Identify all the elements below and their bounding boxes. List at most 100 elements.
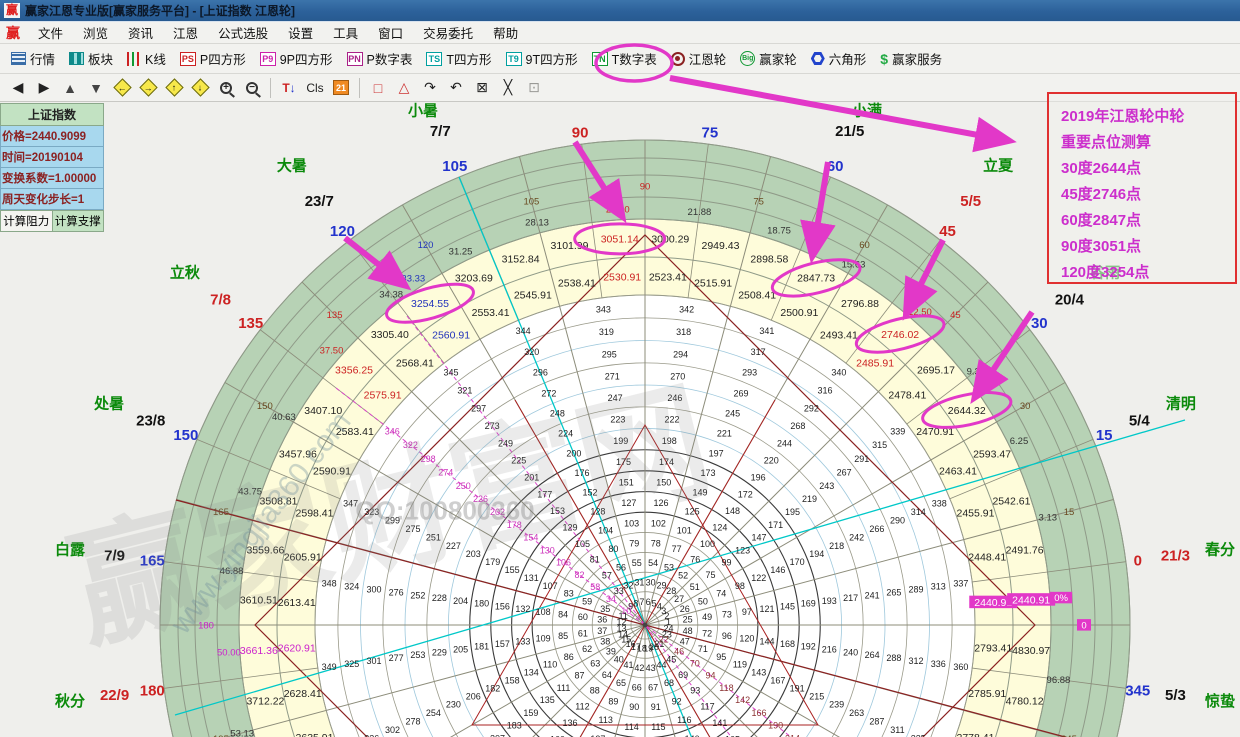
spiral-number: 99 — [721, 558, 731, 568]
solar-date-label: 5/3 — [1165, 687, 1186, 704]
outer-price-label: 2746.02 — [881, 329, 919, 341]
percent-label: 31.25 — [449, 246, 473, 257]
degree-ring-label: 30 — [1020, 401, 1031, 412]
menu-item-0[interactable]: 文件 — [28, 21, 73, 44]
hexagon-button[interactable]: 六角形 — [804, 46, 874, 71]
triangle-shape-icon[interactable]: △ — [392, 77, 416, 99]
spiral-number: 117 — [700, 702, 714, 712]
spiral-number: 180 — [474, 599, 489, 609]
price-axis-icon[interactable]: T↓ — [277, 77, 301, 99]
calendar-icon[interactable]: 21 — [329, 77, 353, 99]
service-button[interactable]: $赢家服务 — [873, 46, 949, 71]
spiral-number: 159 — [523, 708, 538, 718]
spiral-number: 319 — [599, 327, 614, 337]
spiral-number: 336 — [931, 659, 946, 669]
price-value: 价格=2440.9099 — [0, 126, 104, 147]
spiral-number: 55 — [632, 558, 642, 568]
spiral-number: 72 — [702, 628, 712, 638]
winner-wheel-button[interactable]: Big赢家轮 — [733, 46, 804, 71]
zoom-in-icon[interactable]: + — [214, 77, 238, 99]
pan-right-icon[interactable]: → — [136, 77, 160, 99]
pan-down-icon[interactable]: ↓ — [188, 77, 212, 99]
degree-ring-label: 0 — [1081, 620, 1086, 631]
9t-square-button[interactable]: T99T四方形 — [499, 46, 585, 71]
spiral-number: 252 — [410, 590, 425, 600]
menu-item-7[interactable]: 窗口 — [368, 21, 413, 44]
9p-square-button[interactable]: P99P四方形 — [253, 46, 340, 71]
annotation-line: 90度3051点 — [1061, 234, 1235, 260]
solar-term-label: 大暑 — [277, 156, 307, 174]
degree-ring-label: 120 — [418, 240, 434, 251]
rotate-up-icon[interactable]: ▲ — [58, 77, 82, 99]
calc-resistance-button[interactable]: 计算阻力 — [0, 210, 52, 232]
gann-wheel-button[interactable]: 江恩轮 — [664, 46, 734, 71]
solar-date-label: 7/7 — [430, 123, 451, 140]
hexagon-icon — [811, 52, 825, 65]
degree-outer-label: 0 — [1134, 553, 1142, 570]
spiral-number: 82 — [574, 570, 584, 580]
calc-support-button[interactable]: 计算支撑 — [52, 210, 105, 232]
spiral-number: 54 — [648, 558, 658, 568]
spiral-number: 30 — [646, 578, 656, 588]
rotate-ccw-icon[interactable]: ↶ — [444, 77, 468, 99]
outer-price-label: 3254.55 — [411, 298, 449, 310]
p-square-button-label: P四方形 — [200, 49, 246, 68]
spiral-number: 294 — [673, 349, 688, 359]
menu-item-5[interactable]: 设置 — [278, 21, 323, 44]
spiral-number: 345 — [444, 368, 459, 378]
fit-box-icon[interactable]: ⊠ — [470, 77, 494, 99]
menu-item-2[interactable]: 资讯 — [118, 21, 163, 44]
pan-left-icon[interactable]: ← — [110, 77, 134, 99]
inner-price-label: 2500.91 — [780, 307, 818, 319]
menu-item-9[interactable]: 帮助 — [483, 21, 528, 44]
menu-item-6[interactable]: 工具 — [323, 21, 368, 44]
spiral-number: 239 — [829, 700, 844, 710]
percent-label: 53.13 — [230, 728, 254, 737]
spiral-number: 219 — [802, 494, 817, 504]
spiral-number: 80 — [608, 544, 618, 554]
scatter-icon[interactable]: ╳ — [496, 77, 520, 99]
spiral-number: 97 — [742, 607, 752, 617]
rotate-down-icon[interactable]: ▼ — [84, 77, 108, 99]
solar-term-label: 小暑 — [408, 102, 438, 119]
rotate-cw-icon[interactable]: ↷ — [418, 77, 442, 99]
spiral-number: 215 — [809, 691, 824, 701]
spiral-number: 326 — [364, 733, 379, 737]
t-table-button[interactable]: TNT数字表 — [585, 46, 664, 71]
t-square-button[interactable]: TST四方形 — [419, 46, 498, 71]
next-icon[interactable]: ▶ — [32, 77, 56, 99]
quotes-button[interactable]: 行情 — [4, 46, 62, 71]
inner-price-label: 2448.41 — [968, 552, 1006, 564]
spiral-number: 6 — [646, 597, 651, 607]
menu-item-1[interactable]: 浏览 — [73, 21, 118, 44]
spiral-number: 61 — [578, 628, 588, 638]
t9-badge-icon: T9 — [506, 52, 522, 66]
prev-icon[interactable]: ◀ — [6, 77, 30, 99]
spiral-number: 254 — [426, 708, 441, 718]
p-table-button[interactable]: PNP数字表 — [340, 46, 420, 71]
spiral-number: 24 — [663, 623, 673, 633]
p-square-button[interactable]: PSP四方形 — [173, 46, 253, 71]
sectors-button[interactable]: 板块 — [62, 46, 120, 71]
degree-outer-label: 30 — [1031, 315, 1048, 332]
pan-up-icon[interactable]: ↑ — [162, 77, 186, 99]
menu-item-3[interactable]: 江恩 — [163, 21, 208, 44]
spiral-number: 53 — [664, 562, 674, 572]
gann-target-icon — [671, 52, 685, 66]
zoom-out-icon[interactable]: − — [240, 77, 264, 99]
spiral-number: 142 — [735, 695, 750, 705]
cls-button[interactable]: Cls — [303, 77, 327, 99]
spiral-number: 71 — [698, 644, 708, 654]
projector-icon[interactable]: ⊡ — [522, 77, 546, 99]
spiral-number: 253 — [410, 650, 425, 660]
menu-item-8[interactable]: 交易委托 — [413, 21, 483, 44]
spiral-number: 123 — [735, 545, 750, 555]
menu-item-4[interactable]: 公式选股 — [208, 21, 278, 44]
square-shape-icon[interactable]: □ — [366, 77, 390, 99]
kline-button[interactable]: K线 — [120, 46, 173, 71]
application-window: 赢 赢家江恩专业版[赢家服务平台] - [上证指数 江恩轮] 赢 文件浏览资讯江… — [0, 0, 1240, 737]
inner-price-label: 2628.41 — [284, 688, 322, 700]
spiral-number: 118 — [719, 683, 733, 693]
percent-label: 37.50 — [320, 345, 344, 356]
big-circle-icon: Big — [740, 51, 755, 66]
